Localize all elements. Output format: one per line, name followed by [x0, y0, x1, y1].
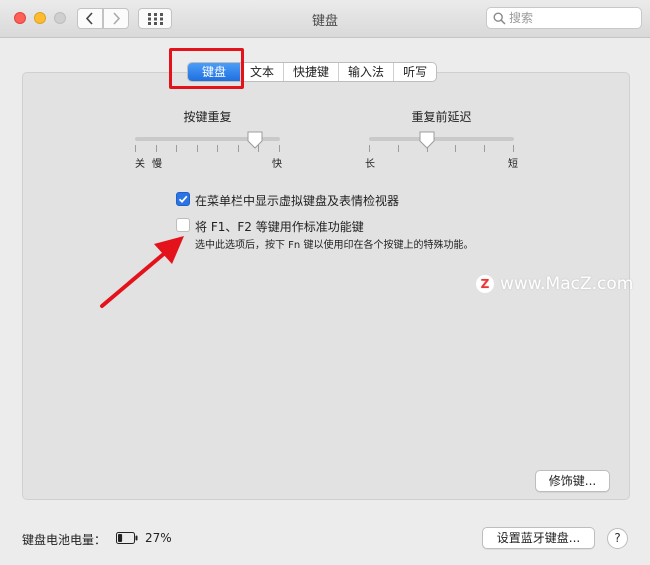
setup-bluetooth-keyboard-button[interactable]: 设置蓝牙键盘... — [482, 527, 595, 549]
title-bar: 键盘 — [0, 0, 650, 38]
delay-max-label: 短 — [508, 159, 518, 170]
slider-tick — [484, 145, 485, 152]
key-repeat-min-label-slow: 慢 — [152, 159, 162, 170]
tab-text[interactable]: 文本 — [240, 63, 283, 81]
show-viewer-checkbox[interactable] — [176, 192, 190, 206]
checkmark-icon — [178, 195, 188, 204]
delay-until-repeat-label: 重复前延迟 — [411, 110, 472, 124]
slider-tick — [176, 145, 177, 152]
slider-tick — [398, 145, 399, 152]
key-repeat-min-label-off: 关 — [135, 159, 145, 170]
slider-tick — [238, 145, 239, 152]
battery-level-label: 键盘电池电量： — [22, 533, 107, 547]
macz-logo: Z — [476, 275, 494, 293]
battery-icon — [116, 532, 138, 544]
key-repeat-slider-thumb[interactable] — [247, 131, 263, 149]
search-input[interactable] — [509, 10, 637, 26]
delay-slider-track[interactable] — [369, 137, 514, 141]
tab-keyboard[interactable]: 键盘 — [188, 63, 241, 81]
search-field[interactable] — [486, 7, 642, 29]
slider-tick — [135, 145, 136, 152]
delay-slider-thumb[interactable] — [419, 131, 435, 149]
watermark: Z www.MacZ.com — [476, 274, 633, 294]
slider-tick — [217, 145, 218, 152]
delay-ticks — [369, 145, 514, 153]
tab-input-sources[interactable]: 输入法 — [338, 63, 393, 81]
tab-dictation[interactable]: 听写 — [393, 63, 436, 81]
key-repeat-max-label: 快 — [272, 159, 282, 170]
slider-tick — [156, 145, 157, 152]
modifier-keys-button[interactable]: 修饰键... — [535, 470, 610, 492]
battery-percentage: 27% — [145, 531, 172, 545]
watermark-text: www.MacZ.com — [500, 274, 634, 294]
fn-keys-note: 选中此选项后，按下 Fn 键以使用印在各个按键上的特殊功能。 — [195, 240, 474, 251]
fn-keys-label[interactable]: 将 F1、F2 等键用作标准功能键 — [195, 218, 364, 235]
slider-tick — [197, 145, 198, 152]
show-viewer-label[interactable]: 在菜单栏中显示虚拟键盘及表情检视器 — [195, 192, 399, 209]
slider-tick — [455, 145, 456, 152]
slider-tick — [513, 145, 514, 152]
help-button[interactable]: ? — [607, 528, 628, 549]
keyboard-preferences-window: 键盘 键盘 文本 快捷键 输入法 听写 按键重复 关 慢 快 重复前延迟 长 短 — [0, 0, 650, 565]
slider-tick — [369, 145, 370, 152]
red-arrow-annotation — [100, 236, 184, 308]
key-repeat-label: 按键重复 — [183, 110, 232, 124]
delay-min-label: 长 — [365, 159, 375, 170]
search-icon — [493, 12, 506, 25]
tab-bar: 键盘 文本 快捷键 输入法 听写 — [187, 62, 438, 82]
tab-shortcuts[interactable]: 快捷键 — [283, 63, 338, 81]
slider-tick — [279, 145, 280, 152]
